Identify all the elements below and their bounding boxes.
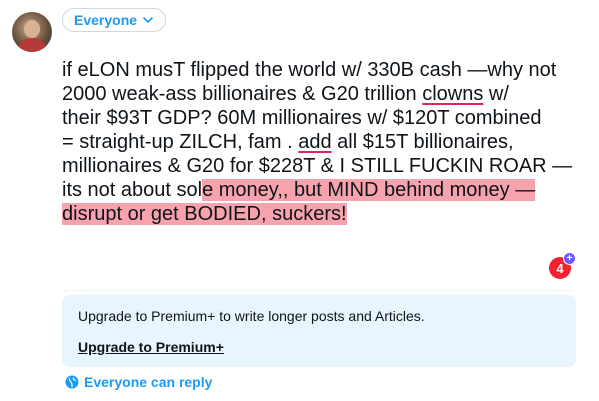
upgrade-premium-link[interactable]: Upgrade to Premium+ xyxy=(78,339,560,355)
divider xyxy=(62,290,575,291)
post-composer-text[interactable]: if eLON musT flipped the world w/ 330B c… xyxy=(62,58,572,226)
avatar-face xyxy=(24,20,40,38)
post-line: millionaires & G20 for $228T & I STILL F… xyxy=(62,155,573,177)
globe-icon xyxy=(65,375,79,389)
audience-label: Everyone xyxy=(74,12,138,28)
post-line: their $93T GDP? 60M millionaires w/ $120… xyxy=(62,107,542,129)
plus-badge-icon: + xyxy=(563,252,576,265)
post-line: = straight-up ZILCH, fam . add all $15T … xyxy=(62,131,514,153)
premium-message: Upgrade to Premium+ to write longer post… xyxy=(78,308,425,324)
post-line: if eLON musT flipped the world w/ 330B c… xyxy=(62,59,557,81)
misspelled-word[interactable]: clowns xyxy=(422,83,483,105)
overflow-highlight: disrupt or get BODIED, suckers! xyxy=(62,203,347,225)
avatar-shirt xyxy=(18,38,46,52)
reply-setting-button[interactable]: Everyone can reply xyxy=(65,374,212,390)
post-line: disrupt or get BODIED, suckers! xyxy=(62,202,572,226)
character-counter: 4 + xyxy=(549,252,576,279)
audience-selector[interactable]: Everyone xyxy=(62,8,167,32)
chevron-down-icon xyxy=(143,17,153,23)
post-line: its not about sole money,, but MIND behi… xyxy=(62,179,536,201)
post-line: 2000 weak-ass billionaires & G20 trillio… xyxy=(62,83,509,105)
character-counter-value: 4 xyxy=(556,260,564,276)
overflow-highlight: e money,, but MIND behind money — xyxy=(202,179,536,201)
avatar[interactable] xyxy=(12,12,52,52)
reply-setting-label: Everyone can reply xyxy=(84,374,213,390)
premium-upsell-card: Upgrade to Premium+ to write longer post… xyxy=(62,295,576,367)
misspelled-word[interactable]: add xyxy=(298,131,331,153)
